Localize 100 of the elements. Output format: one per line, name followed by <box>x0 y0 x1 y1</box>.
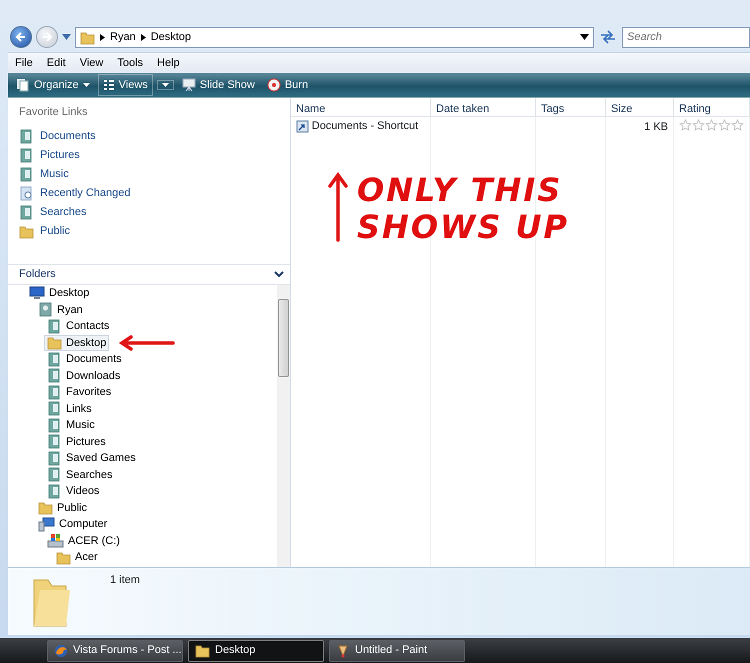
library-folder-icon <box>47 318 62 334</box>
dropdown-arrow-icon <box>580 34 589 40</box>
library-folder-icon <box>47 418 62 433</box>
menu-item[interactable]: Help <box>150 54 187 72</box>
dropdown-arrow-icon <box>62 34 71 40</box>
favorite-link[interactable]: Recently Changed <box>19 184 131 202</box>
tree-item[interactable]: Desktop <box>44 334 110 351</box>
scrollbar[interactable] <box>277 285 290 567</box>
views-dropdown-button[interactable] <box>156 80 174 90</box>
hand-drawn-arrow <box>327 172 349 242</box>
folder-icon <box>38 500 53 516</box>
menu-item[interactable]: Edit <box>40 54 73 72</box>
address-bar[interactable]: Ryan Desktop <box>75 26 594 48</box>
caret-icon <box>162 83 169 87</box>
disc-icon <box>266 78 281 92</box>
library-folder-icon <box>19 128 34 144</box>
tree-item[interactable]: Public <box>35 500 90 516</box>
tree-item[interactable]: Desktop <box>26 285 92 302</box>
browser-icon <box>54 644 68 658</box>
shortcut-icon <box>296 120 309 133</box>
tree-item[interactable]: Contacts <box>44 318 112 334</box>
toolbar-button[interactable]: Organize <box>12 74 94 96</box>
folder-icon <box>80 30 95 44</box>
folder-icon <box>19 224 34 238</box>
column-header[interactable]: Rating <box>674 98 750 116</box>
drive-icon <box>47 533 64 548</box>
projector-screen-icon <box>182 78 196 92</box>
star-icon <box>679 119 692 131</box>
menu-item[interactable]: View <box>72 54 110 72</box>
tree-item[interactable]: Links <box>44 400 95 417</box>
star-icon <box>718 119 731 131</box>
favorite-link[interactable]: Documents <box>19 126 96 146</box>
breadcrumb-arrow-icon <box>140 34 146 40</box>
menu-item[interactable]: Tools <box>110 54 150 72</box>
library-folder-icon <box>47 450 62 466</box>
tree-item[interactable]: Acer <box>53 549 101 566</box>
tree-item[interactable]: Downloads <box>44 368 124 384</box>
library-folder-icon <box>19 166 34 182</box>
toolbar-button[interactable]: Slide Show <box>178 74 259 96</box>
tree-item[interactable]: Ryan <box>35 302 86 318</box>
menu-item[interactable]: File <box>8 54 40 72</box>
star-icon <box>692 119 705 131</box>
folder-icon <box>195 643 210 658</box>
computer-icon <box>38 516 55 532</box>
user-folder-icon <box>38 302 53 318</box>
folder-icon <box>47 335 62 350</box>
forward-button[interactable] <box>36 26 58 48</box>
star-icon <box>705 119 718 131</box>
tree-item[interactable]: Pictures <box>44 434 109 450</box>
tree-item[interactable]: Saved Games <box>44 450 139 466</box>
pane-title: Favorite Links <box>19 105 88 120</box>
tree-item[interactable]: Searches <box>44 466 116 483</box>
chevron-down-icon <box>274 271 284 278</box>
refresh-icon <box>598 28 618 46</box>
column-header[interactable]: Name <box>291 98 431 116</box>
file-name[interactable]: Documents - Shortcut <box>291 117 431 136</box>
search-field[interactable]: Search <box>622 26 750 48</box>
breadcrumb-item[interactable]: Desktop <box>150 28 192 46</box>
toolbar-button[interactable]: Burn <box>262 74 312 96</box>
back-arrow-icon <box>15 31 27 43</box>
taskbar-button[interactable]: Vista Forums - Post ... <box>47 640 183 662</box>
library-folder-icon <box>47 352 62 367</box>
paintbrush-icon <box>336 644 350 658</box>
favorite-link[interactable]: Searches <box>19 202 86 222</box>
back-button[interactable] <box>10 26 32 48</box>
breadcrumb-item[interactable]: Ryan <box>110 28 136 46</box>
library-folder-icon <box>47 384 62 400</box>
favorite-link[interactable]: Music <box>19 164 69 184</box>
column-header[interactable]: Size <box>606 98 674 116</box>
library-folder-icon <box>47 401 62 416</box>
hand-drawn-arrow <box>119 334 176 351</box>
caret-icon <box>82 83 90 87</box>
column-header[interactable]: Tags <box>536 98 606 116</box>
star-icon <box>731 119 744 131</box>
library-folder-icon <box>47 368 62 384</box>
tree-item[interactable]: Computer <box>35 516 110 532</box>
library-folder-icon <box>19 148 34 162</box>
tree-item[interactable]: ACER (C:) <box>44 532 123 549</box>
favorite-link[interactable]: Pictures <box>19 146 80 164</box>
folder-icon <box>56 550 71 565</box>
library-folder-icon <box>47 484 62 499</box>
recent-folder-icon <box>19 186 34 200</box>
documents-icon <box>16 78 30 92</box>
tree-item[interactable]: Videos <box>44 483 102 500</box>
handwritten-note: ONLY THIS SHOWS UP <box>357 172 569 246</box>
tree-item[interactable]: Favorites <box>44 384 114 400</box>
toolbar-button[interactable]: Views <box>98 74 153 96</box>
tree-item[interactable]: Documents <box>44 351 125 368</box>
pane-title: Folders <box>19 267 56 282</box>
taskbar-button[interactable]: Desktop <box>188 640 324 662</box>
tree-item[interactable]: Music <box>44 417 98 434</box>
file-size: 1 KB <box>606 117 674 136</box>
views-icon <box>102 79 115 91</box>
monitor-icon <box>29 286 45 300</box>
taskbar-button[interactable]: Untitled - Paint <box>329 640 465 662</box>
forward-arrow-icon <box>41 31 53 43</box>
library-folder-icon <box>47 467 62 482</box>
favorite-link[interactable]: Public <box>19 222 70 240</box>
column-header[interactable]: Date taken <box>431 98 536 116</box>
item-count: 1 item <box>110 573 140 588</box>
